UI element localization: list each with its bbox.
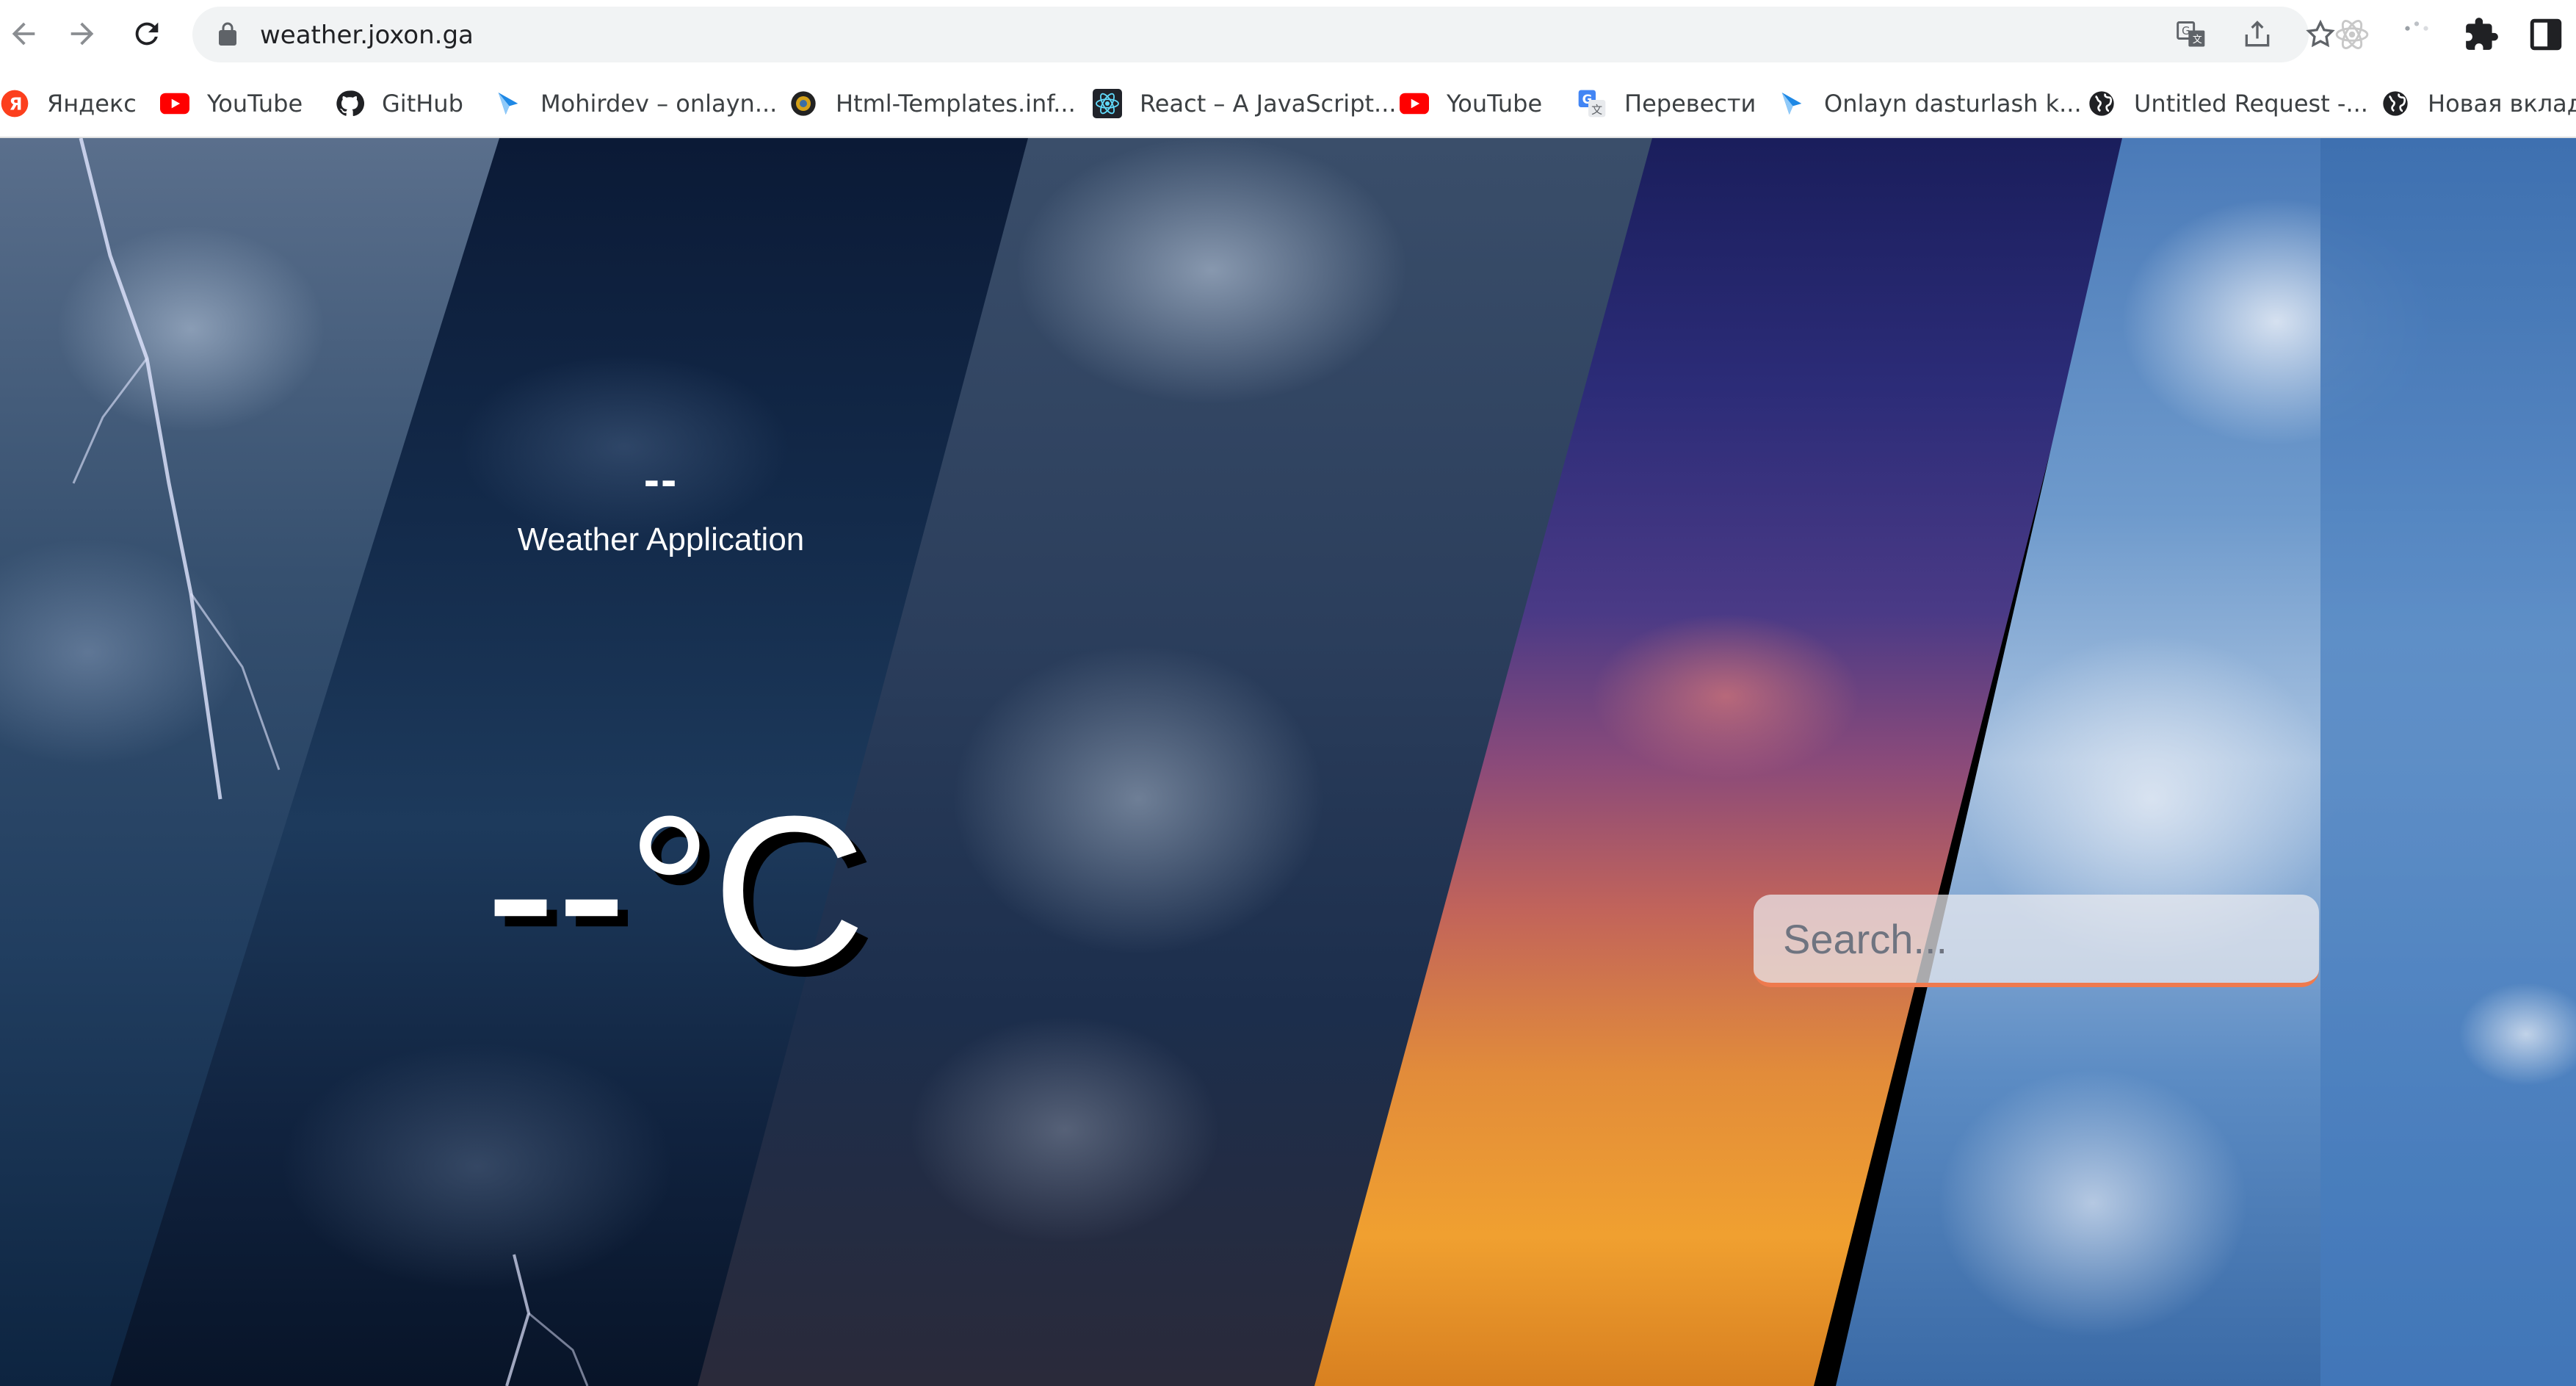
html-templates-icon [789, 89, 818, 118]
city-name: -- [643, 453, 679, 506]
back-arrow-icon [12, 22, 35, 46]
forward-button[interactable] [59, 10, 106, 57]
lock-icon [219, 22, 236, 46]
bookmark-label: YouTube [207, 90, 303, 118]
browser-toolbar: weather.joxon.ga G文 [0, 0, 2576, 69]
forward-arrow-icon [70, 22, 94, 46]
bookmark-label: Новая вкладк [2428, 90, 2576, 118]
bookmark-label: YouTube [1447, 90, 1543, 118]
mohirdev-icon [493, 89, 523, 118]
bookmark-label: GitHub [382, 90, 463, 118]
svg-text:Я: Я [10, 93, 23, 114]
bookmark-new-tab[interactable]: Новая вкладк [2381, 84, 2576, 123]
bookmarks-bar: Я Яндекс YouTube GitHub Mohirdev – onlay… [0, 69, 2576, 138]
globe-icon [2381, 89, 2410, 118]
reload-button[interactable] [123, 10, 170, 57]
app-title: Weather Application [517, 521, 805, 557]
city-search-input[interactable] [1754, 895, 2319, 987]
background-panel-blue-sky [2320, 138, 2576, 1386]
bookmark-label: React – A JavaScript... [1140, 90, 1397, 118]
bookmark-html-templates[interactable]: Html-Templates.inf... [789, 84, 1076, 123]
youtube-icon [1400, 89, 1429, 118]
weather-page: -- Weather Application --°C [0, 138, 2576, 1386]
bookmark-label: Перевести [1624, 90, 1756, 118]
bookmark-untitled-request[interactable]: Untitled Request -... [2087, 84, 2368, 123]
translate-page-icon[interactable]: G文 [2175, 18, 2207, 51]
bookmark-label: Onlayn dasturlash k... [1824, 90, 2082, 118]
bookmark-label: Яндекс [47, 90, 137, 118]
share-icon[interactable] [2241, 18, 2273, 51]
bookmark-youtube[interactable]: YouTube [160, 84, 303, 123]
react-icon [1093, 89, 1122, 118]
bookmark-label: Untitled Request -... [2134, 90, 2368, 118]
bookmark-translate[interactable]: G文 Перевести [1577, 84, 1756, 123]
bookmark-yandex[interactable]: Я Яндекс [0, 84, 137, 123]
bookmark-react[interactable]: React – A JavaScript... [1093, 84, 1397, 123]
extensions-puzzle-icon[interactable] [2463, 16, 2500, 53]
svg-text:文: 文 [1591, 103, 1602, 116]
youtube-icon [160, 89, 189, 118]
bookmark-star-icon[interactable] [2304, 18, 2337, 51]
svg-text:文: 文 [2193, 35, 2202, 46]
reload-icon [135, 22, 159, 46]
mohirdev-icon [1777, 89, 1806, 118]
back-button[interactable] [0, 10, 47, 57]
github-icon [335, 89, 364, 118]
bookmark-label: Html-Templates.inf... [836, 90, 1076, 118]
yandex-icon: Я [0, 89, 29, 118]
bookmark-github[interactable]: GitHub [335, 84, 463, 123]
side-panel-icon[interactable] [2528, 16, 2564, 53]
bookmark-label: Mohirdev – onlayn... [540, 90, 778, 118]
extension-react-devtools-icon[interactable] [2334, 16, 2370, 53]
globe-icon [2087, 89, 2116, 118]
extension-loading-icon[interactable] [2398, 16, 2435, 53]
url-text: weather.joxon.ga [260, 21, 474, 50]
bookmark-youtube-2[interactable]: YouTube [1400, 84, 1542, 123]
bookmark-mohirdev[interactable]: Mohirdev – onlayn... [493, 84, 777, 123]
temperature-display: --°C [485, 772, 866, 1010]
svg-text:G: G [2182, 25, 2190, 37]
address-bar[interactable]: weather.joxon.ga G文 [192, 7, 2335, 62]
translate-icon: G文 [1577, 89, 1607, 118]
bookmark-onlayn-dasturlash[interactable]: Onlayn dasturlash k... [1777, 84, 2082, 123]
